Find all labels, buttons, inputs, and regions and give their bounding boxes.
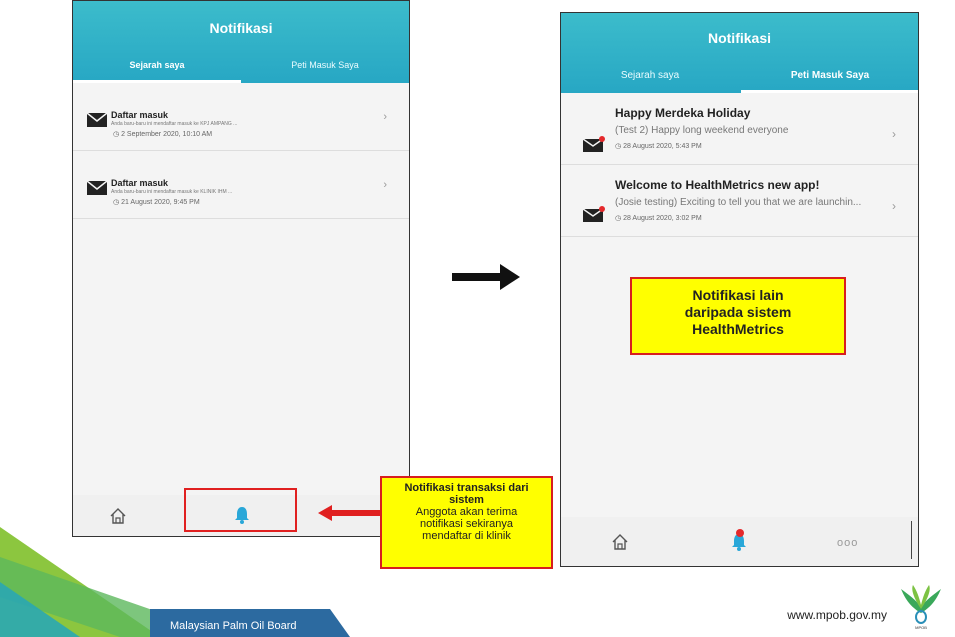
footer-website[interactable]: www.mpob.gov.my <box>787 608 887 622</box>
clock-icon: ◷ <box>113 199 122 206</box>
callout-transaction-notifications: Notifikasi transaksi dari sistem Anggota… <box>380 476 553 569</box>
chevron-right-icon: › <box>892 199 896 213</box>
callout-line: Notifikasi transaksi dari <box>404 482 529 494</box>
home-icon[interactable] <box>611 533 629 551</box>
callout-line: mendaftar di klinik <box>422 530 511 542</box>
home-icon[interactable] <box>109 507 127 525</box>
app-header: Notifikasi Sejarah saya Peti Masuk Saya <box>73 1 409 83</box>
notification-title: Daftar masuk <box>111 178 169 188</box>
envelope-unread-icon <box>583 206 605 222</box>
notification-time: ◷ 2 September 2020, 10:10 AM <box>113 130 212 138</box>
chevron-right-icon: › <box>383 179 387 191</box>
notification-body: (Test 2) Happy long weekend everyone <box>615 125 789 136</box>
callout-line: HealthMetrics <box>692 321 784 337</box>
notification-time: ◷ 28 August 2020, 3:02 PM <box>615 214 702 222</box>
notification-title: Happy Merdeka Holiday <box>615 106 751 120</box>
footer-organization: Malaysian Palm Oil Board <box>170 620 297 632</box>
phone-screen-history: Notifikasi Sejarah saya Peti Masuk Saya … <box>72 0 410 537</box>
envelope-unread-icon <box>583 136 605 152</box>
notification-title: Welcome to HealthMetrics new app! <box>615 178 820 192</box>
callout-line: notifikasi sekiranya <box>420 518 513 530</box>
list-item[interactable]: Daftar masuk Anda baru-baru ini mendafta… <box>73 83 409 151</box>
notification-time: ◷ 21 August 2020, 9:45 PM <box>113 198 200 206</box>
page-title: Notifikasi <box>707 30 771 46</box>
callout-line: sistem <box>449 494 484 506</box>
callout-other-notifications: Notifikasi lain daripada sistem HealthMe… <box>630 277 846 355</box>
arrow-right-icon <box>452 264 520 290</box>
tab-peti-masuk-saya[interactable]: Peti Masuk Saya <box>241 60 409 70</box>
bell-highlight-box <box>184 488 297 532</box>
notification-body: (Josie testing) Exciting to tell you tha… <box>615 197 862 208</box>
tab-sejarah-saya[interactable]: Sejarah saya <box>73 60 241 70</box>
notification-title: Daftar masuk <box>111 110 169 120</box>
notification-list: Daftar masuk Anda baru-baru ini mendafta… <box>73 83 409 495</box>
notification-body: Anda baru-baru ini mendaftar masuk ke KP… <box>111 121 238 127</box>
more-icon[interactable]: ooo <box>837 537 858 549</box>
notification-time-text: 28 August 2020, 3:02 PM <box>623 215 702 222</box>
list-item[interactable]: Happy Merdeka Holiday (Test 2) Happy lon… <box>561 93 918 165</box>
tab-sejarah-saya[interactable]: Sejarah saya <box>561 70 739 81</box>
list-item[interactable]: Daftar masuk Anda baru-baru ini mendafta… <box>73 151 409 219</box>
page-title: Notifikasi <box>209 20 273 36</box>
tab-peti-masuk-saya[interactable]: Peti Masuk Saya <box>741 70 918 81</box>
mpob-logo: MPOB <box>901 585 941 630</box>
callout-line: Notifikasi lain <box>692 287 784 303</box>
chevron-right-icon: › <box>383 111 387 123</box>
app-header: Notifikasi Sejarah saya Peti Masuk Saya <box>561 13 918 93</box>
list-item[interactable]: Welcome to HealthMetrics new app! (Josie… <box>561 165 918 237</box>
callout-line: daripada sistem <box>684 304 792 320</box>
notification-time-text: 28 August 2020, 5:43 PM <box>623 143 702 150</box>
notification-time: ◷ 28 August 2020, 5:43 PM <box>615 142 702 150</box>
notification-time-text: 2 September 2020, 10:10 AM <box>121 131 213 138</box>
clock-icon: ◷ <box>113 131 122 138</box>
clock-icon: ◷ <box>615 215 624 222</box>
notification-time-text: 21 August 2020, 9:45 PM <box>121 199 200 206</box>
bell-icon[interactable] <box>731 529 749 553</box>
envelope-icon <box>87 113 107 127</box>
chevron-right-icon: › <box>892 127 896 141</box>
notification-body: Anda baru-baru ini mendaftar masuk ke KL… <box>111 189 233 195</box>
clock-icon: ◷ <box>615 143 624 150</box>
arrow-left-icon <box>318 505 382 521</box>
callout-line: Anggota akan terima <box>415 506 518 518</box>
nav-divider <box>911 521 912 559</box>
notification-badge <box>736 529 744 537</box>
envelope-icon <box>87 181 107 195</box>
bottom-nav: ooo <box>561 517 918 566</box>
svg-text:MPOB: MPOB <box>915 625 927 630</box>
